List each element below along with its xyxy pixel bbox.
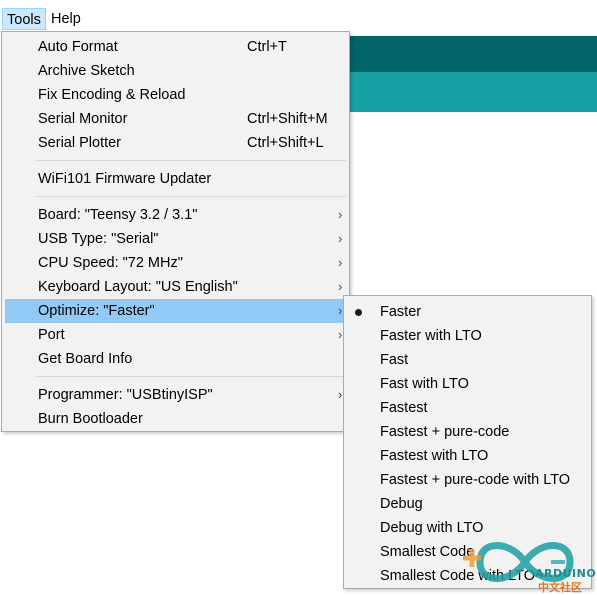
menu-item-label: Optimize: "Faster" bbox=[38, 303, 155, 319]
option-fast-lto[interactable]: Fast with LTO bbox=[346, 372, 589, 396]
option-fastest[interactable]: Fastest bbox=[346, 396, 589, 420]
menu-separator bbox=[35, 160, 346, 161]
menu-item-burn-bootloader[interactable]: Burn Bootloader bbox=[5, 407, 346, 431]
option-label: Fastest bbox=[380, 400, 428, 416]
chevron-right-icon: › bbox=[338, 207, 343, 222]
option-faster[interactable]: Faster bbox=[346, 300, 589, 324]
chevron-right-icon: › bbox=[338, 255, 343, 270]
chevron-right-icon: › bbox=[338, 279, 343, 294]
arduino-ide-window: Tools Help Auto Format Ctrl+T Archive Sk… bbox=[0, 0, 597, 595]
option-fast[interactable]: Fast bbox=[346, 348, 589, 372]
option-smallest-code[interactable]: Smallest Code bbox=[346, 540, 589, 564]
menu-item-label: CPU Speed: "72 MHz" bbox=[38, 255, 183, 271]
option-smallest-code-lto[interactable]: Smallest Code with LTO bbox=[346, 564, 589, 588]
menu-item-usb-type[interactable]: USB Type: "Serial" › bbox=[5, 227, 346, 251]
menu-item-get-board-info[interactable]: Get Board Info bbox=[5, 347, 346, 371]
option-label: Fastest + pure-code with LTO bbox=[380, 472, 571, 488]
option-label: Faster with LTO bbox=[380, 328, 482, 344]
editor-tabs-background bbox=[349, 72, 597, 112]
editor-toolbar-background bbox=[349, 36, 597, 72]
option-faster-lto[interactable]: Faster with LTO bbox=[346, 324, 589, 348]
option-label: Debug with LTO bbox=[380, 520, 484, 536]
selected-radio-icon bbox=[355, 309, 362, 316]
menu-item-label: WiFi101 Firmware Updater bbox=[38, 171, 212, 187]
menu-item-optimize[interactable]: Optimize: "Faster" › bbox=[5, 299, 346, 323]
menu-item-label: Board: "Teensy 3.2 / 3.1" bbox=[38, 207, 198, 223]
chevron-right-icon: › bbox=[338, 303, 343, 318]
menu-separator bbox=[35, 376, 346, 377]
option-label: Fastest with LTO bbox=[380, 448, 489, 464]
menu-tools[interactable]: Tools bbox=[2, 8, 46, 30]
menu-item-label: Keyboard Layout: "US English" bbox=[38, 279, 238, 295]
menu-item-label: Burn Bootloader bbox=[38, 411, 143, 427]
menu-item-label: Archive Sketch bbox=[38, 63, 135, 79]
option-debug[interactable]: Debug bbox=[346, 492, 589, 516]
menu-item-serial-monitor[interactable]: Serial Monitor Ctrl+Shift+M bbox=[5, 107, 346, 131]
menu-item-shortcut: Ctrl+Shift+M bbox=[247, 111, 328, 127]
menu-item-label: Serial Plotter bbox=[38, 135, 122, 151]
option-fastest-pure-code[interactable]: Fastest + pure-code bbox=[346, 420, 589, 444]
tools-menu: Auto Format Ctrl+T Archive Sketch Fix En… bbox=[1, 31, 350, 432]
option-label: Fast bbox=[380, 352, 409, 368]
optimize-submenu: Faster Faster with LTO Fast Fast with LT… bbox=[343, 295, 592, 589]
menu-item-label: Fix Encoding & Reload bbox=[38, 87, 186, 103]
option-fastest-pure-code-lto[interactable]: Fastest + pure-code with LTO bbox=[346, 468, 589, 492]
menu-item-fix-encoding[interactable]: Fix Encoding & Reload bbox=[5, 83, 346, 107]
chevron-right-icon: › bbox=[338, 387, 343, 402]
option-label: Smallest Code bbox=[380, 544, 475, 560]
option-label: Fastest + pure-code bbox=[380, 424, 510, 440]
menu-item-shortcut: Ctrl+T bbox=[247, 39, 287, 55]
option-label: Debug bbox=[380, 496, 423, 512]
menu-item-serial-plotter[interactable]: Serial Plotter Ctrl+Shift+L bbox=[5, 131, 346, 155]
menu-item-wifi101-updater[interactable]: WiFi101 Firmware Updater bbox=[5, 167, 346, 191]
menu-item-port[interactable]: Port › bbox=[5, 323, 346, 347]
option-label: Fast with LTO bbox=[380, 376, 469, 392]
menu-item-archive-sketch[interactable]: Archive Sketch bbox=[5, 59, 346, 83]
menu-help[interactable]: Help bbox=[47, 8, 85, 30]
menu-item-board[interactable]: Board: "Teensy 3.2 / 3.1" › bbox=[5, 203, 346, 227]
menu-separator bbox=[35, 196, 346, 197]
menu-item-label: USB Type: "Serial" bbox=[38, 231, 159, 247]
menu-item-cpu-speed[interactable]: CPU Speed: "72 MHz" › bbox=[5, 251, 346, 275]
menu-item-shortcut: Ctrl+Shift+L bbox=[247, 135, 324, 151]
menu-item-label: Programmer: "USBtinyISP" bbox=[38, 387, 213, 403]
menu-item-keyboard-layout[interactable]: Keyboard Layout: "US English" › bbox=[5, 275, 346, 299]
menu-item-label: Get Board Info bbox=[38, 351, 133, 367]
menu-item-label: Serial Monitor bbox=[38, 111, 128, 127]
chevron-right-icon: › bbox=[338, 327, 343, 342]
menu-item-auto-format[interactable]: Auto Format Ctrl+T bbox=[5, 35, 346, 59]
option-label: Smallest Code with LTO bbox=[380, 568, 535, 584]
menu-item-label: Auto Format bbox=[38, 39, 118, 55]
menu-item-programmer[interactable]: Programmer: "USBtinyISP" › bbox=[5, 383, 346, 407]
option-debug-lto[interactable]: Debug with LTO bbox=[346, 516, 589, 540]
option-label: Faster bbox=[380, 304, 422, 320]
option-fastest-lto[interactable]: Fastest with LTO bbox=[346, 444, 589, 468]
menu-item-label: Port bbox=[38, 327, 65, 343]
chevron-right-icon: › bbox=[338, 231, 343, 246]
